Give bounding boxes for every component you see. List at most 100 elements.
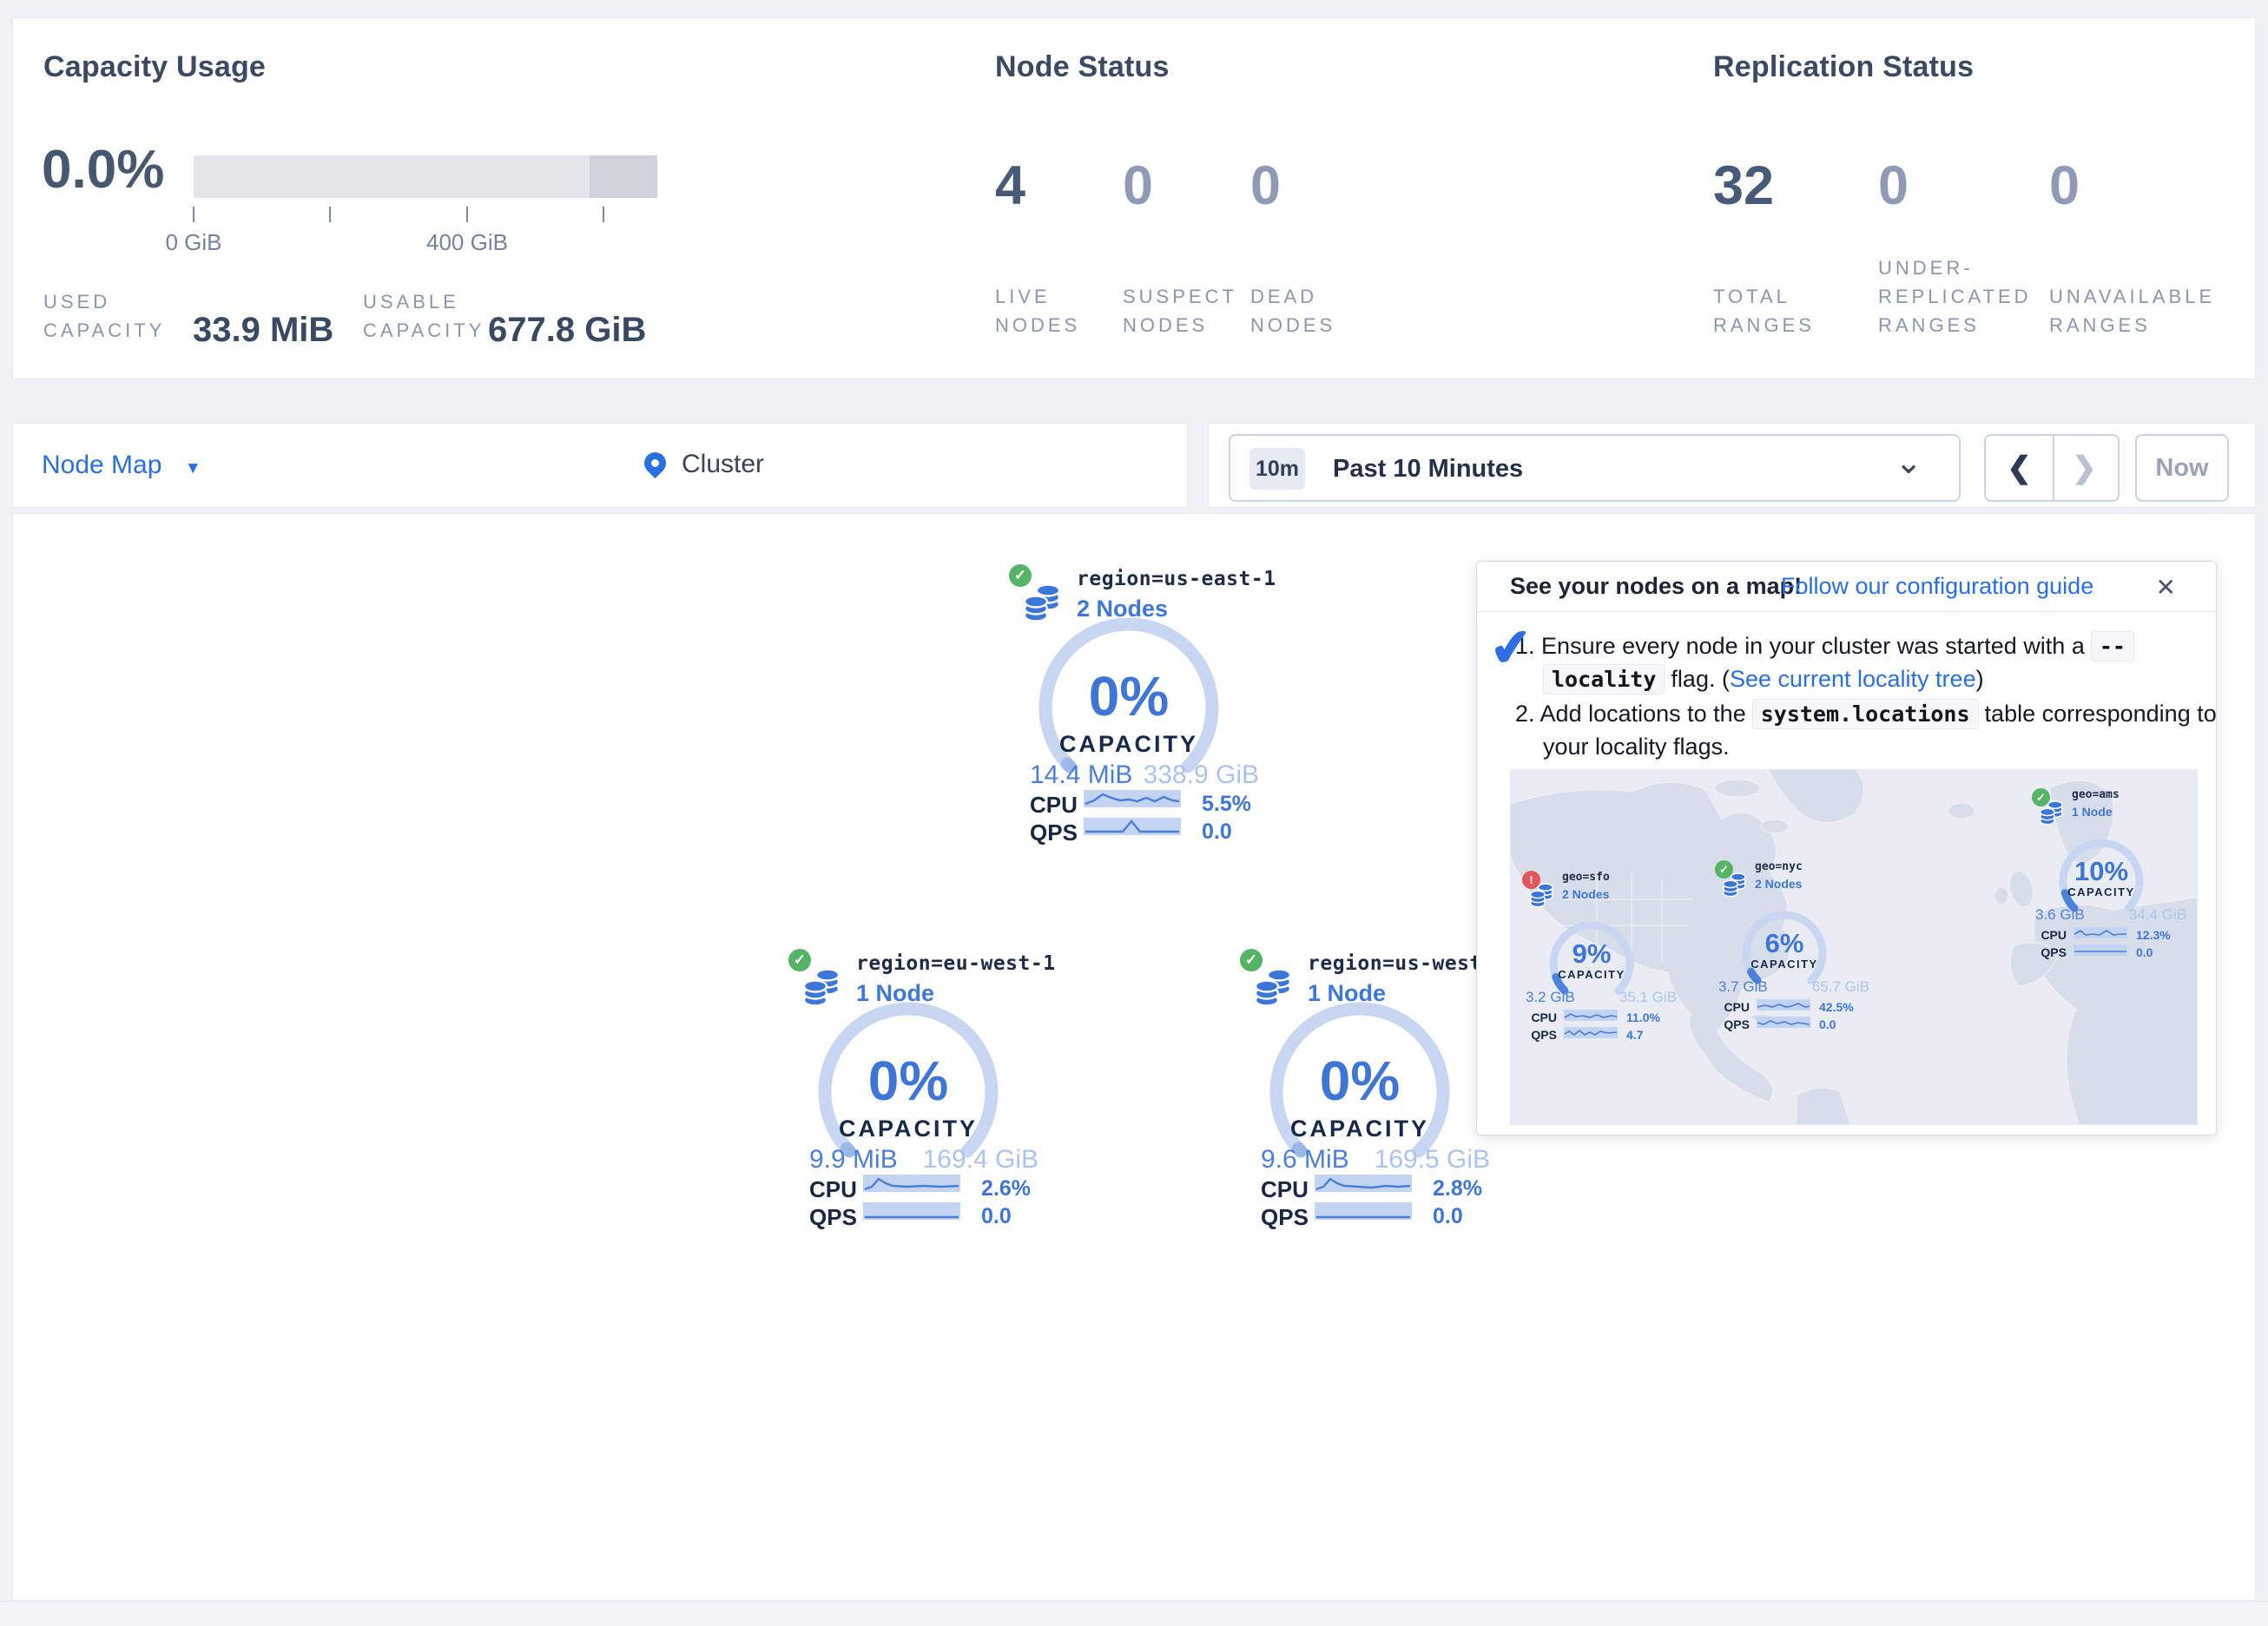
qps-value: 0.0: [1202, 820, 1232, 845]
qps-sparkline: [1315, 1202, 1412, 1220]
cpu-label: CPU: [1718, 1000, 1750, 1014]
region-capacity-percent: 0%: [1273, 1049, 1447, 1113]
capacity-axis-tick: [466, 207, 468, 222]
code-chip: locality: [1543, 664, 1665, 695]
region-capacity-percent: 9%: [1544, 938, 1639, 970]
setup-step-2-line-2: your locality flags.: [1543, 734, 1730, 760]
popup-header: See your nodes on a map! Follow our conf…: [1477, 562, 2216, 612]
capacity-axis-label-400: 400 GiB: [406, 229, 528, 256]
region-name: region=eu-west-1: [856, 952, 1056, 975]
page-bottom-band: [0, 1601, 2268, 1626]
region-usable-capacity: 65.7 GiB: [1802, 978, 1869, 996]
region-used-capacity: 9.9 MiB: [809, 1145, 898, 1175]
region-capacity-label: CAPACITY: [1544, 968, 1639, 981]
region-capacity-percent: 0%: [821, 1049, 995, 1113]
capacity-used-percent: 0.0%: [42, 139, 164, 201]
under-replicated-count: 0: [1878, 155, 1909, 217]
usable-capacity-label: USABLE CAPACITY: [363, 287, 485, 345]
qps-sparkline: [863, 1202, 960, 1220]
view-mode-dropdown[interactable]: Node Map ▼: [42, 451, 201, 480]
under-replicated-label: UNDER- REPLICATED RANGES: [1878, 253, 2032, 339]
region-used-capacity: 9.6 MiB: [1261, 1145, 1349, 1175]
capacity-axis-tick: [329, 207, 331, 222]
step-text: Ensure every node in your cluster was st…: [1541, 633, 2085, 659]
cpu-value: 11.0%: [1626, 1010, 1660, 1024]
region-capacity-label: CAPACITY: [1042, 731, 1216, 758]
code-chip: system.locations: [1752, 699, 1979, 729]
dead-nodes-label: DEAD NODES: [1250, 282, 1335, 339]
time-range-dropdown[interactable]: 10m Past 10 Minutes ⌄: [1229, 434, 1961, 502]
node-status-title: Node Status: [995, 50, 1170, 84]
popup-title: See your nodes on a map!: [1510, 573, 1802, 600]
qps-label: QPS: [1718, 1017, 1750, 1031]
cpu-label: CPU: [1526, 1010, 1557, 1024]
step-text: ): [1976, 666, 1984, 692]
capacity-axis-label-0: 0 GiB: [150, 229, 237, 256]
view-mode-label: Node Map: [42, 451, 162, 479]
region-used-capacity: 3.6 GiB: [2035, 906, 2085, 924]
qps-value: 0.0: [1819, 1017, 1836, 1031]
cpu-sparkline: [1315, 1175, 1412, 1192]
region-usable-capacity: 169.5 GiB: [1365, 1145, 1490, 1175]
region-node-count: 1 Node: [2072, 805, 2113, 819]
chevron-down-icon: ⌄: [1895, 443, 1922, 482]
usable-capacity-value: 677.8 GiB: [488, 311, 646, 350]
breadcrumb-cluster-label: Cluster: [682, 450, 764, 479]
step-number: 2.: [1515, 701, 1535, 727]
cpu-label: CPU: [809, 1176, 856, 1203]
region-name: geo=sfo: [1562, 871, 1610, 884]
setup-step-1-line-1: 1. Ensure every node in your cluster was…: [1515, 633, 2140, 660]
total-ranges-count: 32: [1713, 155, 1774, 217]
setup-step-2-line-1: 2. Add locations to thesystem.locationst…: [1515, 701, 2217, 727]
region-capacity-label: CAPACITY: [1273, 1116, 1447, 1142]
close-icon[interactable]: ✕: [2156, 573, 2176, 602]
capacity-bar-reserved-segment: [590, 155, 657, 198]
suspect-nodes-count: 0: [1123, 155, 1153, 217]
cpu-value: 2.8%: [1433, 1176, 1482, 1201]
cpu-label: CPU: [1030, 792, 1077, 819]
region-usable-capacity: 169.4 GiB: [913, 1145, 1038, 1175]
qps-value: 0.0: [981, 1204, 1012, 1229]
database-nodes-icon: [1722, 872, 1748, 897]
step-text: Add locations to the: [1540, 701, 1746, 727]
qps-label: QPS: [2035, 945, 2067, 959]
live-nodes-count: 4: [995, 155, 1025, 217]
qps-value: 4.7: [1626, 1028, 1643, 1042]
cpu-value: 42.5%: [1819, 1000, 1854, 1014]
cpu-sparkline: [1084, 790, 1181, 807]
now-button[interactable]: Now: [2135, 434, 2229, 502]
cpu-sparkline: [1564, 1010, 1618, 1021]
region-used-capacity: 14.4 MiB: [1030, 760, 1132, 790]
dead-nodes-count: 0: [1250, 155, 1281, 217]
capacity-usage-title: Capacity Usage: [43, 50, 266, 84]
cpu-sparkline: [863, 1175, 960, 1192]
region-name: region=us-east-1: [1077, 568, 1276, 590]
region-name: geo=ams: [2072, 788, 2120, 801]
unavailable-count: 0: [2049, 155, 2080, 217]
cpu-sparkline: [2074, 927, 2127, 938]
qps-label: QPS: [1526, 1028, 1557, 1042]
live-nodes-label: LIVE NODES: [995, 282, 1080, 339]
region-capacity-percent: 10%: [2054, 856, 2149, 887]
qps-label: QPS: [1261, 1204, 1308, 1231]
cpu-value: 5.5%: [1202, 792, 1251, 817]
cpu-sparkline: [1757, 999, 1810, 1010]
qps-label: QPS: [809, 1204, 856, 1231]
node-map-setup-popup: See your nodes on a map! Follow our conf…: [1476, 561, 2217, 1136]
capacity-bar: [194, 155, 657, 198]
region-node-count: 2 Nodes: [1562, 887, 1609, 901]
unavailable-label: UNAVAILABLE RANGES: [2049, 282, 2215, 339]
configuration-guide-link[interactable]: Follow our configuration guide: [1781, 573, 2093, 600]
cpu-value: 12.3%: [2136, 928, 2171, 942]
qps-sparkline: [1757, 1017, 1810, 1028]
qps-sparkline: [1084, 818, 1181, 835]
qps-sparkline: [1564, 1027, 1618, 1038]
setup-step-1-line-2: localityflag. (See current locality tree…: [1543, 666, 1984, 693]
total-ranges-label: TOTAL RANGES: [1713, 282, 1815, 339]
database-nodes-icon: [1529, 883, 1555, 907]
time-step-forward-button[interactable]: ❯: [2051, 436, 2118, 500]
time-range-label: Past 10 Minutes: [1333, 455, 1523, 484]
time-step-back-button[interactable]: ❮: [1986, 436, 2054, 500]
code-chip: --: [2091, 631, 2134, 662]
locality-tree-link[interactable]: See current locality tree: [1730, 666, 1976, 692]
